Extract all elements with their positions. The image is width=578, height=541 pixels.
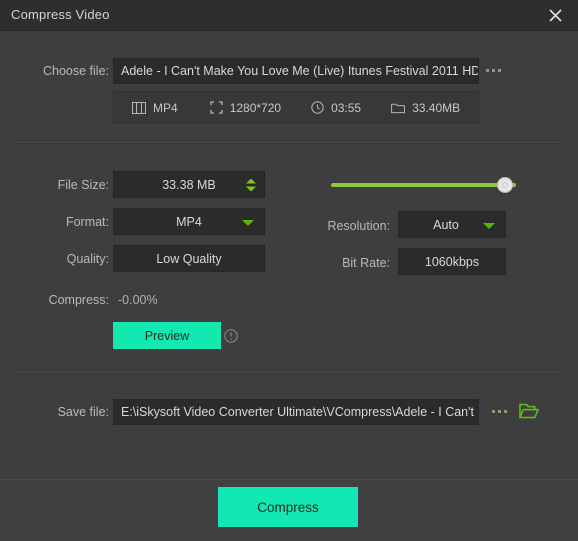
choose-file-value: Adele - I Can't Make You Love Me (Live) … [121, 64, 478, 78]
media-info-duration: 03:55 [311, 101, 361, 115]
resolution-label: Resolution: [327, 219, 390, 233]
dot-icon [498, 69, 501, 72]
bit-rate-field[interactable]: 1060kbps [398, 248, 506, 275]
save-file-value: E:\iSkysoft Video Converter Ultimate\VCo… [121, 405, 478, 419]
dot-icon [486, 69, 489, 72]
close-button[interactable] [532, 0, 578, 30]
choose-file-label: Choose file: [42, 64, 109, 78]
choose-file-input[interactable]: Adele - I Can't Make You Love Me (Live) … [113, 58, 479, 84]
quality-value: Low Quality [156, 251, 222, 266]
format-label: Format: [65, 215, 109, 229]
compression-slider[interactable] [331, 177, 516, 193]
folder-icon [391, 102, 406, 114]
dot-icon [492, 410, 495, 413]
file-size-stepper[interactable] [246, 178, 256, 191]
quality-field[interactable]: Low Quality [113, 245, 265, 272]
chevron-down-icon[interactable] [483, 222, 495, 229]
resize-icon [210, 101, 223, 114]
save-file-browse-button[interactable] [492, 410, 507, 413]
title-bar: Compress Video [0, 0, 578, 31]
save-file-label: Save file: [57, 405, 109, 419]
preview-button[interactable]: Preview [113, 322, 221, 349]
divider-top [14, 142, 564, 144]
media-info-bar: MP4 1280*720 03:55 33.40MB [113, 91, 479, 124]
format-dropdown[interactable]: MP4 [113, 208, 265, 235]
compress-ratio-value: -0.00% [118, 293, 158, 307]
bit-rate-value: 1060kbps [424, 254, 480, 269]
media-info-size: 33.40MB [391, 101, 460, 115]
file-size-label: File Size: [57, 178, 109, 192]
info-circle-icon[interactable] [224, 329, 238, 348]
stepper-down-icon[interactable] [246, 186, 256, 191]
save-file-input[interactable]: E:\iSkysoft Video Converter Ultimate\VCo… [113, 399, 479, 425]
close-icon [548, 8, 562, 22]
folder-open-icon[interactable] [518, 402, 540, 425]
stepper-up-icon[interactable] [246, 178, 256, 183]
media-info-size-text: 33.40MB [412, 100, 461, 115]
compress-button[interactable]: Compress [218, 487, 358, 527]
compress-video-dialog: Compress Video Choose file: Adele - I Ca… [0, 0, 578, 541]
media-info-format-text: MP4 [153, 100, 178, 115]
compress-ratio-label: Compress: [48, 293, 109, 307]
divider-bottom [14, 372, 564, 374]
window-title: Compress Video [11, 7, 110, 22]
format-value: MP4 [176, 214, 202, 229]
chevron-down-icon[interactable] [242, 219, 254, 226]
resolution-dropdown[interactable]: Auto [398, 211, 506, 238]
quality-label: Quality: [66, 252, 109, 266]
dot-icon [492, 69, 495, 72]
dot-icon [504, 410, 507, 413]
slider-track[interactable] [331, 183, 516, 187]
media-info-resolution: 1280*720 [210, 101, 281, 115]
slider-handle[interactable] [497, 177, 513, 193]
media-info-format: MP4 [132, 101, 178, 115]
bit-rate-label: Bit Rate: [342, 256, 390, 270]
dot-icon [498, 410, 501, 413]
clock-icon [311, 101, 324, 114]
file-size-value: 33.38 MB [162, 177, 216, 192]
resolution-value: Auto [433, 217, 459, 232]
media-info-duration-text: 03:55 [331, 100, 362, 115]
choose-file-browse-button[interactable] [486, 69, 501, 72]
media-info-resolution-text: 1280*720 [229, 100, 282, 115]
film-icon [132, 101, 146, 114]
file-size-input[interactable]: 33.38 MB [113, 171, 265, 198]
